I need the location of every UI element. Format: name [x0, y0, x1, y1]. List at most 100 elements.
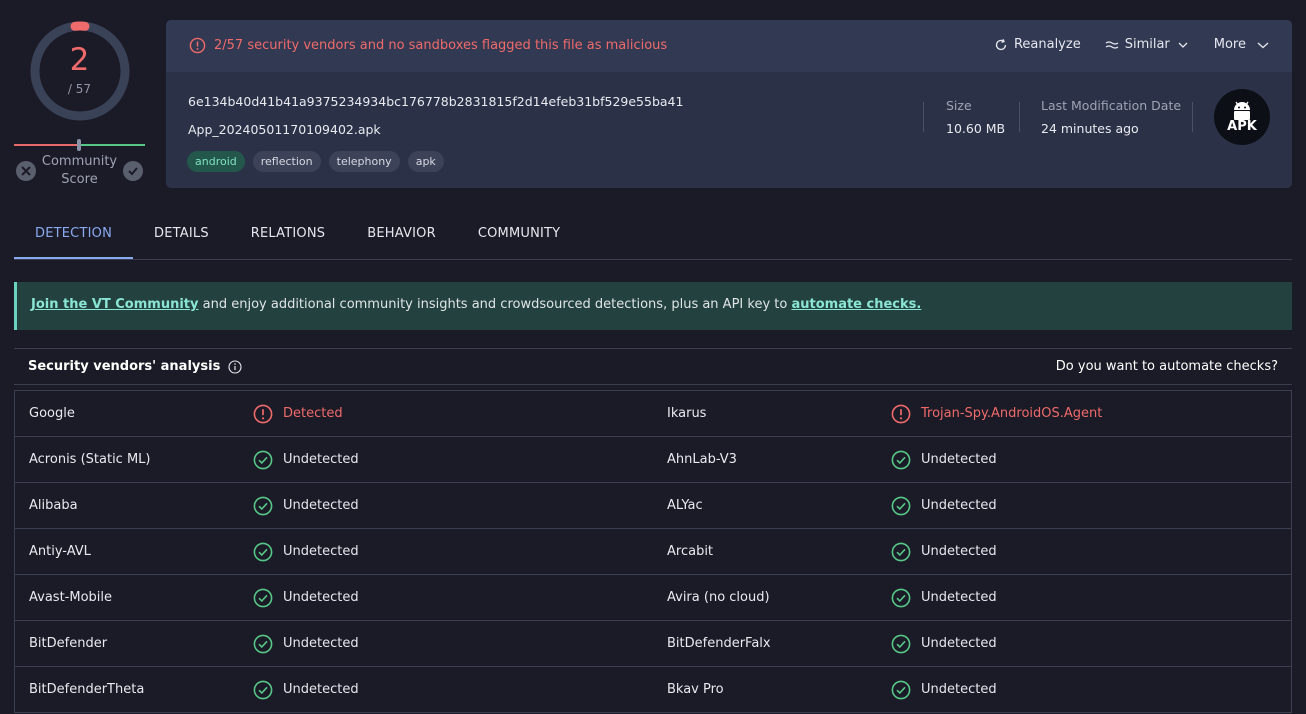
- vendor-result-label: Undetected: [921, 590, 997, 605]
- vendor-result-label: Trojan-Spy.AndroidOS.Agent: [921, 406, 1103, 421]
- vendor-result: Undetected: [253, 621, 359, 666]
- check-circle-icon: [891, 588, 911, 607]
- tag-telephony[interactable]: telephony: [328, 151, 400, 172]
- check-circle-icon: [253, 634, 273, 653]
- alert-circle-icon: [189, 37, 206, 54]
- file-tags: android reflection telephony apk: [187, 151, 444, 172]
- file-type-label: APK: [1227, 119, 1257, 134]
- size-label: Size: [946, 98, 972, 113]
- tag-android[interactable]: android: [187, 151, 245, 172]
- tab-detection[interactable]: DETECTION: [14, 212, 133, 259]
- detection-score-widget: 2 / 57 Community Score: [14, 14, 145, 194]
- tab-behavior[interactable]: BEHAVIOR: [346, 212, 457, 259]
- divider: [923, 102, 924, 132]
- modification-label: Last Modification Date: [1041, 98, 1182, 113]
- vendor-result: Undetected: [253, 667, 359, 712]
- check-icon: [128, 167, 138, 176]
- community-score-label: Community Score: [41, 154, 118, 187]
- info-icon[interactable]: [228, 359, 242, 374]
- join-community-link[interactable]: Join the VT Community: [31, 297, 199, 312]
- check-circle-icon: [253, 496, 273, 515]
- check-circle-icon: [253, 588, 273, 607]
- alert-circle-icon: [253, 404, 273, 423]
- vendors-analysis-title: Security vendors' analysis: [28, 359, 221, 374]
- vendor-result-label: Undetected: [283, 590, 359, 605]
- vendor-row: Antiy-AVL Undetected Arcabit Undetected: [15, 529, 1291, 575]
- reanalyze-button[interactable]: Reanalyze: [994, 37, 1081, 52]
- check-circle-icon: [891, 496, 911, 515]
- similar-dropdown[interactable]: Similar: [1105, 37, 1190, 52]
- tag-reflection[interactable]: reflection: [252, 151, 321, 172]
- divider: [1019, 102, 1020, 132]
- check-circle-icon: [253, 542, 273, 561]
- vendor-result-label: Undetected: [283, 498, 359, 513]
- vendor-result: Detected: [253, 391, 343, 436]
- modification-value: 24 minutes ago: [1041, 121, 1139, 136]
- check-circle-icon: [891, 634, 911, 653]
- vendor-name: Google: [29, 406, 75, 421]
- vendor-name: Antiy-AVL: [29, 544, 91, 559]
- vendors-table: Google Detected Ikarus Trojan-Spy.AndroidOS…: [14, 390, 1292, 713]
- file-actions: Reanalyze Similar More: [994, 37, 1270, 52]
- vendor-result: Undetected: [891, 667, 997, 712]
- vendor-result: Undetected: [253, 575, 359, 620]
- last-modification: Last Modification Date 24 minutes ago: [1041, 98, 1181, 136]
- tab-community[interactable]: COMMUNITY: [457, 212, 582, 259]
- vendor-name: Avast-Mobile: [29, 590, 112, 605]
- vendor-name: Ikarus: [667, 406, 707, 421]
- vendor-result: Undetected: [253, 529, 359, 574]
- vendor-name: Arcabit: [667, 544, 714, 559]
- vendor-row: BitDefenderTheta Undetected Bkav Pro Undete…: [15, 667, 1291, 713]
- banner-text: and enjoy additional community insights …: [198, 297, 792, 312]
- tab-relations[interactable]: RELATIONS: [230, 212, 346, 259]
- vendor-name: Alibaba: [29, 498, 78, 513]
- vendor-name: Bkav Pro: [667, 682, 724, 697]
- vendor-result: Trojan-Spy.AndroidOS.Agent: [891, 391, 1102, 436]
- detection-alert-bar: 2/57 security vendors and no sandboxes f…: [166, 20, 1292, 72]
- engines-total: / 57: [67, 82, 92, 96]
- vendors-analysis-header: Security vendors' analysis Do you want t…: [14, 348, 1292, 385]
- similar-icon: [1105, 40, 1119, 49]
- vendor-result-label: Undetected: [921, 682, 997, 697]
- vendor-result: Undetected: [891, 437, 997, 482]
- vendor-result-label: Undetected: [921, 544, 997, 559]
- more-dropdown[interactable]: More: [1214, 37, 1270, 52]
- vote-harmful-button[interactable]: [16, 161, 36, 181]
- divider: [1192, 102, 1193, 132]
- check-circle-icon: [891, 680, 911, 699]
- vendor-name: BitDefenderFalx: [667, 636, 771, 651]
- vendors-analysis-title-group: Security vendors' analysis: [28, 359, 242, 374]
- check-circle-icon: [891, 542, 911, 561]
- tab-details[interactable]: DETAILS: [133, 212, 230, 259]
- vendor-name: ALYac: [667, 498, 703, 513]
- chevron-down-icon: [1178, 42, 1188, 48]
- vendor-result-label: Undetected: [283, 544, 359, 559]
- tag-apk[interactable]: apk: [407, 151, 444, 172]
- detections-count: 2: [69, 42, 90, 78]
- chevron-down-icon: [1257, 42, 1269, 48]
- automate-checks-prompt[interactable]: Do you want to automate checks?: [1056, 359, 1278, 374]
- reanalyze-label: Reanalyze: [1013, 37, 1081, 52]
- vendor-result-label: Undetected: [921, 452, 997, 467]
- vendor-row: BitDefender Undetected BitDefenderFalx Unde…: [15, 621, 1291, 667]
- automate-checks-link[interactable]: automate checks.: [791, 297, 921, 312]
- vendor-row: Avast-Mobile Undetected Avira (no cloud) Un…: [15, 575, 1291, 621]
- report-tabs: DETECTION DETAILS RELATIONS BEHAVIOR COM…: [14, 212, 1292, 260]
- detection-alert: 2/57 security vendors and no sandboxes f…: [189, 37, 667, 54]
- file-hash[interactable]: 6e134b40d41b41a9375234934bc176778b283181…: [188, 94, 683, 109]
- vendor-result-label: Undetected: [283, 636, 359, 651]
- vendor-name: BitDefenderTheta: [29, 682, 145, 697]
- file-summary-card: 2/57 security vendors and no sandboxes f…: [166, 20, 1292, 188]
- check-circle-icon: [891, 450, 911, 469]
- vendor-row: Google Detected Ikarus Trojan-Spy.AndroidOS…: [15, 391, 1291, 437]
- vendor-name: Acronis (Static ML): [29, 452, 151, 467]
- file-name: App_20240501170109402.apk: [188, 122, 381, 137]
- x-icon: [21, 166, 31, 176]
- alert-text: 2/57 security vendors and no sandboxes f…: [214, 38, 668, 53]
- community-score-bar: [14, 139, 145, 151]
- size-value: 10.60 MB: [946, 121, 1006, 136]
- vote-harmless-button[interactable]: [123, 161, 143, 181]
- file-type-badge: APK: [1214, 89, 1270, 145]
- file-size: Size 10.60 MB: [946, 98, 1005, 136]
- vendor-name: AhnLab-V3: [667, 452, 737, 467]
